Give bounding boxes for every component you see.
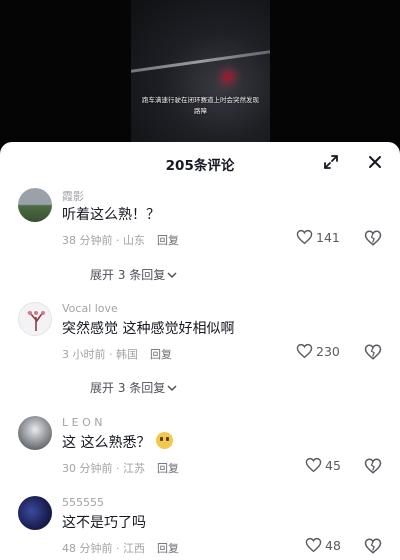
comment-meta: 38 分钟前 · 山东 回复 bbox=[62, 234, 179, 247]
comment-location: 江西 bbox=[123, 542, 145, 555]
comment-username[interactable]: 555555 bbox=[62, 496, 104, 509]
comment-meta: 3 小时前 · 韩国 回复 bbox=[62, 348, 172, 361]
heart-icon bbox=[296, 229, 313, 245]
close-icon[interactable] bbox=[366, 153, 384, 171]
comment-time: 30 分钟前 bbox=[62, 462, 113, 475]
comment-time: 38 分钟前 bbox=[62, 234, 113, 247]
comment-meta: 48 分钟前 · 江西 回复 bbox=[62, 542, 179, 555]
road-line bbox=[131, 48, 270, 75]
comment-text: 这不是巧了吗 bbox=[62, 515, 146, 531]
comment-username[interactable]: Vocal love bbox=[62, 302, 118, 315]
comment-location: 江苏 bbox=[123, 462, 145, 475]
reply-button[interactable]: 回复 bbox=[157, 542, 179, 555]
reply-button[interactable]: 回复 bbox=[157, 234, 179, 247]
like-count: 230 bbox=[316, 343, 340, 359]
video-caption: 跑车满速行驶在闭环赛道上时会突然发现路障 bbox=[142, 96, 259, 115]
comment-location: 韩国 bbox=[116, 348, 138, 361]
avatar[interactable] bbox=[18, 496, 52, 530]
avatar[interactable] bbox=[18, 188, 52, 222]
comment-time: 48 分钟前 bbox=[62, 542, 113, 555]
heart-icon bbox=[296, 343, 313, 359]
broken-heart-icon[interactable] bbox=[364, 343, 382, 361]
broken-heart-icon[interactable] bbox=[364, 457, 382, 475]
awkward-smile-emoji-icon bbox=[156, 432, 174, 449]
like-count: 48 bbox=[325, 537, 341, 553]
avatar[interactable] bbox=[18, 302, 52, 336]
tail-light bbox=[223, 72, 233, 82]
heart-icon bbox=[305, 537, 322, 553]
reply-button[interactable]: 回复 bbox=[157, 462, 179, 475]
video-area[interactable]: 跑车满速行驶在闭环赛道上时会突然发现路障 bbox=[0, 0, 400, 150]
comment-username[interactable]: 霞影 bbox=[62, 188, 84, 204]
video-thumbnail[interactable]: 跑车满速行驶在闭环赛道上时会突然发现路障 bbox=[131, 0, 270, 142]
like-button[interactable]: 48 bbox=[305, 537, 341, 553]
comment-time: 3 小时前 bbox=[62, 348, 106, 361]
comment-text: 听着这么熟！？ bbox=[62, 207, 160, 223]
chevron-down-icon bbox=[167, 271, 177, 278]
comment-username[interactable]: L E O N bbox=[62, 416, 102, 429]
broken-heart-icon[interactable] bbox=[364, 537, 382, 555]
expand-replies-label: 展开 3 条回复 bbox=[90, 268, 166, 282]
broken-heart-icon[interactable] bbox=[364, 229, 382, 247]
reply-button[interactable]: 回复 bbox=[150, 348, 172, 361]
like-count: 45 bbox=[325, 457, 341, 473]
comment-text: 这 这么熟悉？ bbox=[62, 432, 174, 452]
comment-location: 山东 bbox=[123, 234, 145, 247]
like-button[interactable]: 45 bbox=[305, 457, 341, 473]
heart-icon bbox=[305, 457, 322, 473]
chevron-down-icon bbox=[167, 384, 177, 391]
avatar[interactable] bbox=[18, 416, 52, 450]
expand-replies-button[interactable]: 展开 3 条回复 bbox=[90, 266, 177, 283]
comment-meta: 30 分钟前 · 江苏 回复 bbox=[62, 462, 179, 475]
tree-illustration-icon bbox=[27, 311, 45, 331]
comment-text: 突然感觉 这种感觉好相似啊 bbox=[62, 321, 235, 337]
comment-text-content: 这 这么熟悉？ bbox=[62, 435, 151, 451]
expand-replies-label: 展开 3 条回复 bbox=[90, 381, 166, 395]
like-button[interactable]: 141 bbox=[296, 229, 340, 245]
comment-sheet: 205条评论 霞影 听着这么熟！？ 38 分钟前 · 山东 回复 141 展开 3… bbox=[0, 142, 400, 560]
comment-count-title: 205条评论 bbox=[165, 158, 235, 174]
expand-replies-button[interactable]: 展开 3 条回复 bbox=[90, 379, 177, 396]
expand-arrows-icon[interactable] bbox=[322, 153, 340, 171]
like-count: 141 bbox=[316, 229, 340, 245]
sheet-header: 205条评论 bbox=[0, 142, 400, 182]
like-button[interactable]: 230 bbox=[296, 343, 340, 359]
